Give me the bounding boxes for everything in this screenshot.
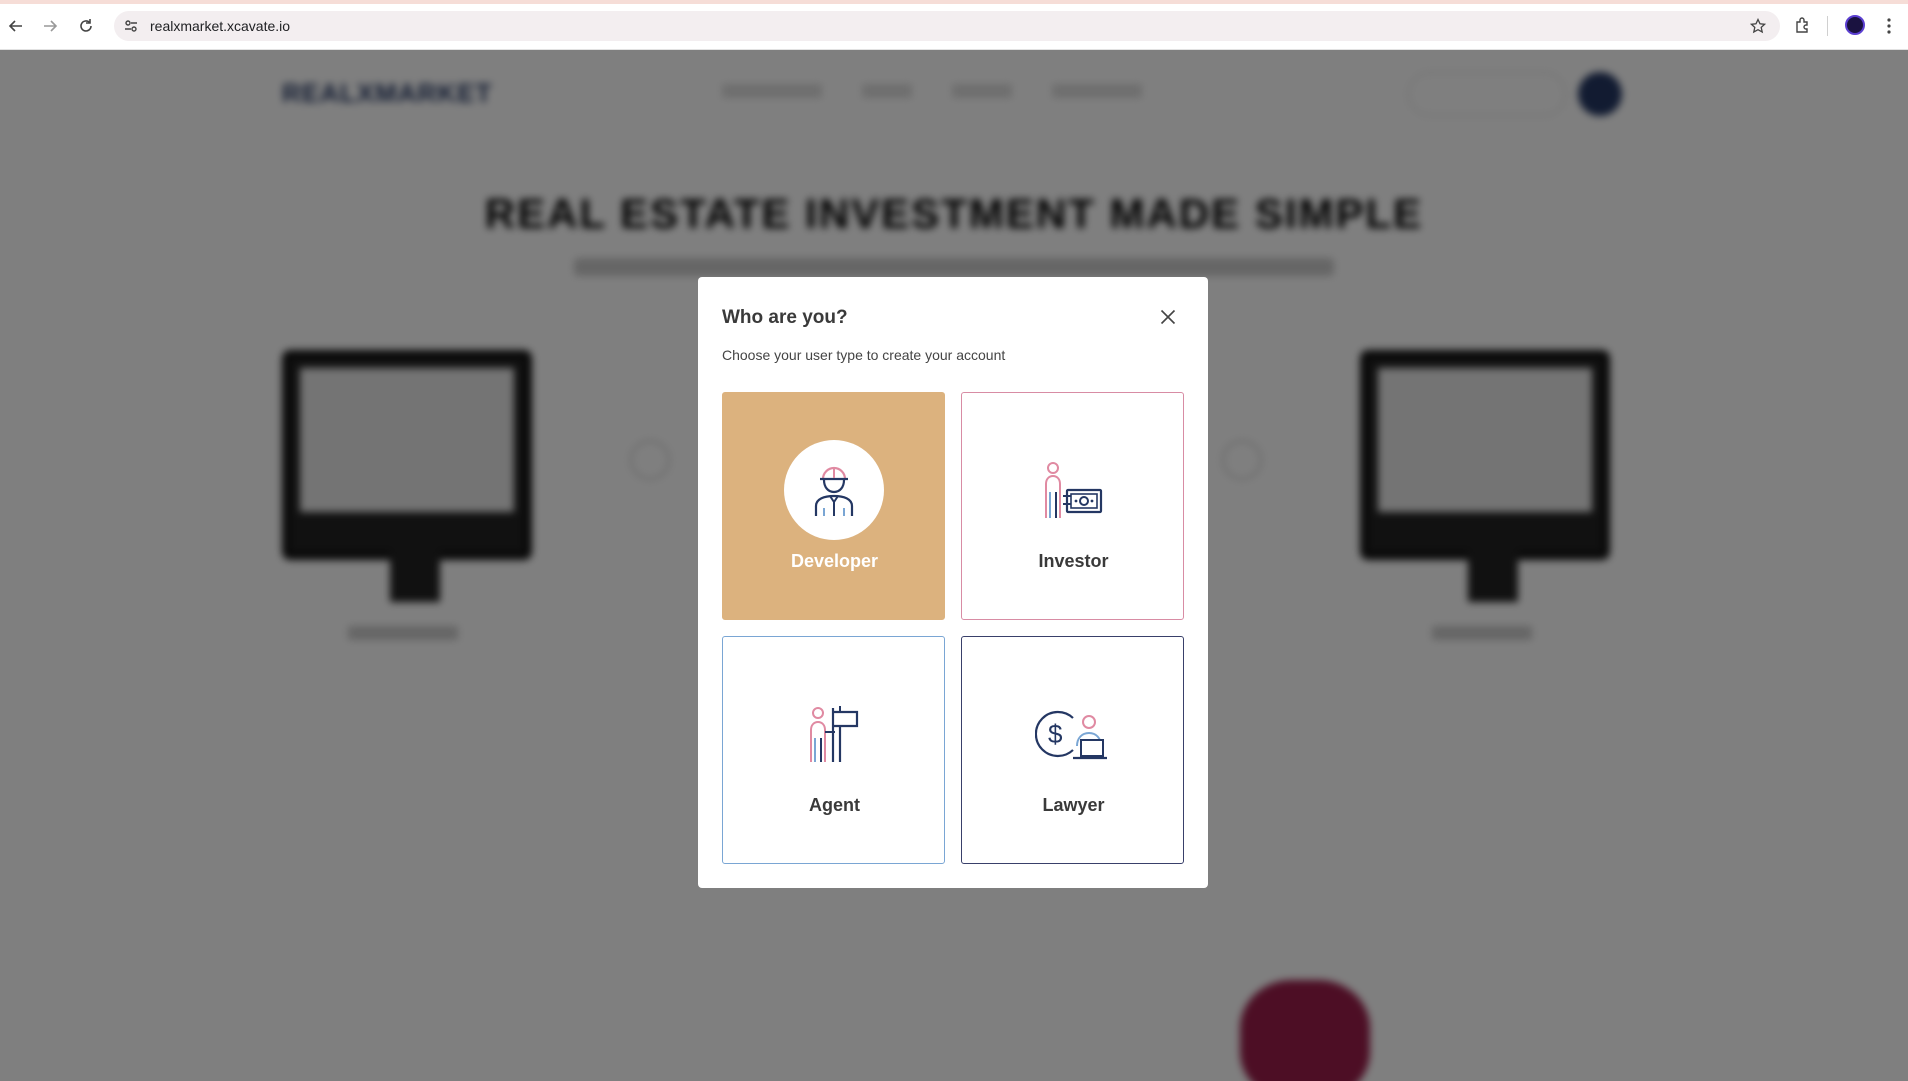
user-type-agent-card[interactable]: Agent [722, 636, 945, 864]
toolbar-divider [1827, 16, 1828, 36]
user-type-modal: Who are you? Choose your user type to cr… [698, 277, 1208, 888]
browser-toolbar: realxmarket.xcavate.io [0, 0, 1908, 50]
extensions-icon[interactable] [1792, 14, 1814, 36]
address-bar[interactable]: realxmarket.xcavate.io [114, 11, 1780, 41]
user-type-label: Lawyer [1042, 795, 1105, 815]
user-type-investor-card[interactable]: Investor [961, 392, 1184, 620]
tab-strip-edge [0, 0, 1908, 4]
user-type-label: Investor [1038, 551, 1109, 571]
forward-icon[interactable] [38, 14, 62, 38]
user-type-label: Developer [790, 551, 879, 571]
user-type-label: Agent [809, 795, 860, 815]
modal-title: Who are you? [722, 307, 848, 328]
close-icon[interactable] [1156, 305, 1180, 329]
profile-avatar[interactable] [1845, 15, 1865, 35]
agent-sign-icon [784, 684, 884, 784]
kebab-menu-icon[interactable] [1880, 14, 1898, 38]
site-settings-icon[interactable] [122, 17, 140, 35]
user-type-developer-card[interactable]: Developer [722, 392, 945, 620]
lawyer-dollar-icon: $ [1023, 684, 1123, 784]
svg-text:$: $ [1048, 719, 1063, 749]
back-icon[interactable] [4, 14, 28, 38]
reload-icon[interactable] [74, 14, 98, 38]
user-type-lawyer-card[interactable]: $ Lawyer [961, 636, 1184, 864]
investor-money-icon [1023, 440, 1123, 540]
developer-hardhat-icon [784, 440, 884, 540]
bookmark-star-icon[interactable] [1748, 16, 1768, 36]
modal-subtitle: Choose your user type to create your acc… [722, 347, 1006, 363]
url-text[interactable]: realxmarket.xcavate.io [150, 18, 290, 34]
